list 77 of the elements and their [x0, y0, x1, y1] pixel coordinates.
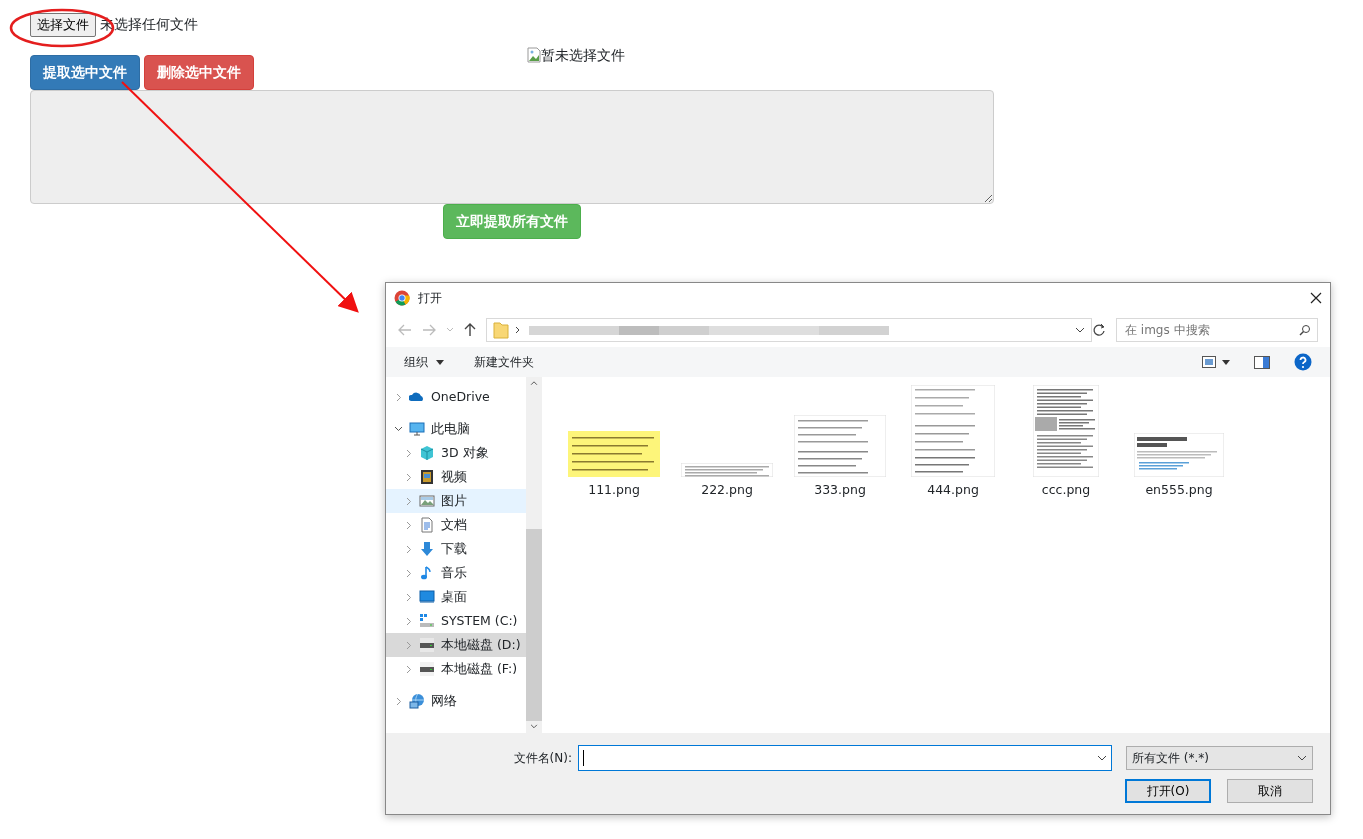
download-arrow-icon [419, 541, 435, 557]
file-item[interactable]: 333.png [790, 385, 890, 500]
collapse-chevron-icon[interactable] [404, 496, 413, 506]
file-type-dropdown[interactable]: 所有文件 (*.*) [1126, 746, 1313, 770]
cancel-button[interactable]: 取消 [1227, 779, 1313, 803]
refresh-icon[interactable] [1092, 323, 1106, 337]
extract-button[interactable]: 提取选中文件 [30, 54, 140, 90]
open-button[interactable]: 打开(O) [1125, 779, 1211, 803]
collapse-chevron-icon[interactable] [394, 392, 403, 402]
scrollbar[interactable] [526, 377, 542, 733]
forward-arrow-icon[interactable] [422, 324, 436, 336]
tree-item[interactable]: SYSTEM (C:) [386, 609, 526, 633]
network-icon [409, 693, 425, 709]
search-icon [1299, 324, 1311, 336]
back-arrow-icon[interactable] [398, 324, 412, 336]
dropdown-chevron-icon [1297, 755, 1307, 761]
close-icon[interactable] [1310, 292, 1322, 304]
browser-logo-icon [394, 290, 410, 306]
new-folder-button[interactable]: 新建文件夹 [474, 353, 534, 371]
drive-icon [419, 637, 435, 653]
collapse-chevron-icon[interactable] [404, 544, 413, 554]
document-icon [419, 517, 435, 533]
tree-item[interactable]: 图片 [386, 489, 526, 513]
tree-item[interactable]: 下载 [386, 537, 526, 561]
file-item[interactable]: ccc.png [1016, 385, 1116, 500]
image-alt-text: 暂未选择文件 [541, 45, 625, 65]
file-item[interactable]: 222.png [677, 385, 777, 500]
computer-icon [409, 421, 425, 437]
file-choose-button[interactable]: 选择文件 [30, 13, 96, 37]
cube-icon [419, 445, 435, 461]
tree-item[interactable]: 文档 [386, 513, 526, 537]
tree-item[interactable]: 本地磁盘 (D:) [386, 633, 526, 657]
collapse-chevron-icon[interactable] [404, 664, 413, 674]
tree-item[interactable]: 视频 [386, 465, 526, 489]
collapse-chevron-icon[interactable] [404, 592, 413, 602]
collapse-chevron-icon[interactable] [394, 696, 403, 706]
picture-frame-icon [419, 493, 435, 509]
tree-item[interactable]: 音乐 [386, 561, 526, 585]
delete-button[interactable]: 删除选中文件 [144, 54, 254, 90]
collapse-chevron-icon[interactable] [404, 520, 413, 530]
tree-item[interactable]: 此电脑 [386, 417, 526, 441]
system-drive-icon [419, 613, 435, 629]
collapse-chevron-icon[interactable] [404, 640, 413, 650]
tree-item[interactable]: 网络 [386, 689, 526, 713]
file-item[interactable]: 111.png [564, 385, 664, 500]
tree-item[interactable]: 3D 对象 [386, 441, 526, 465]
preview-pane-icon[interactable] [1254, 355, 1270, 369]
expand-chevron-icon[interactable] [394, 426, 403, 432]
text-cursor [583, 750, 584, 766]
collapse-chevron-icon[interactable] [404, 616, 413, 626]
film-icon [419, 469, 435, 485]
file-item[interactable]: en555.png [1129, 385, 1229, 500]
filename-field[interactable] [578, 745, 1112, 771]
collapse-chevron-icon[interactable] [404, 448, 413, 458]
caret-icon [436, 359, 444, 365]
dropdown-chevron-icon[interactable] [1075, 327, 1085, 333]
tree-item[interactable]: 桌面 [386, 585, 526, 609]
chevron-icon [515, 326, 521, 334]
folder-icon [493, 321, 509, 339]
dialog-title: 打开 [418, 290, 443, 307]
collapse-chevron-icon[interactable] [404, 568, 413, 578]
search-field[interactable]: 在 imgs 中搜索 [1116, 318, 1318, 342]
scroll-thumb[interactable] [526, 528, 542, 722]
dropdown-chevron-icon[interactable] [1097, 755, 1107, 761]
tree-item[interactable]: OneDrive [386, 385, 526, 409]
broken-image-icon [527, 47, 541, 63]
drive-icon [419, 661, 435, 677]
filename-label: 文件名(N): [513, 750, 572, 767]
organize-menu[interactable]: 组织 [404, 353, 444, 371]
file-item[interactable]: 444.png [903, 385, 1003, 500]
view-icon[interactable] [1202, 356, 1230, 368]
tree-item[interactable]: 本地磁盘 (F:) [386, 657, 526, 681]
up-arrow-icon[interactable] [464, 323, 476, 337]
caret-icon[interactable] [446, 327, 454, 333]
collapse-chevron-icon[interactable] [404, 472, 413, 482]
help-icon[interactable] [1294, 353, 1312, 371]
desktop-icon [419, 589, 435, 605]
